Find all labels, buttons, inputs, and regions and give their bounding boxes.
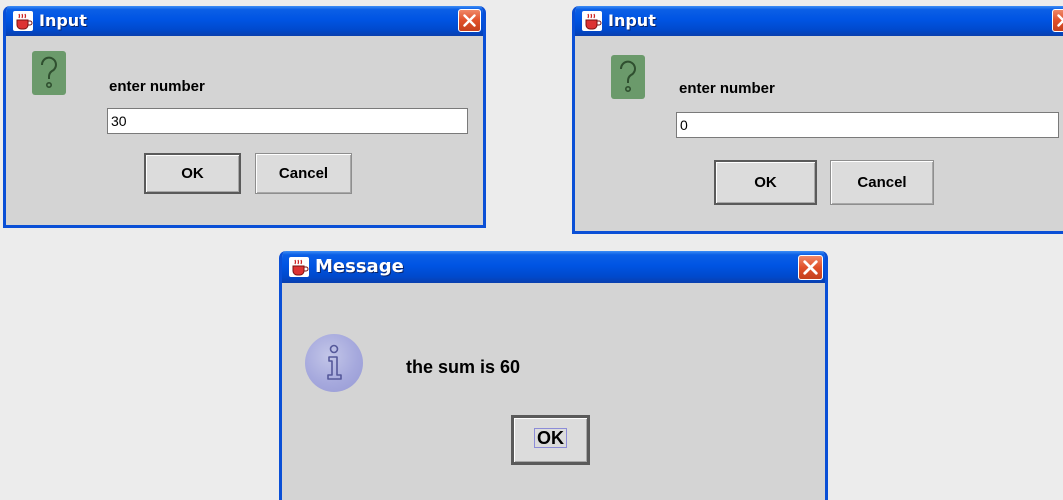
java-cup-icon [582,11,602,31]
java-cup-icon [289,257,309,277]
number-input[interactable]: 30 [107,108,468,134]
cancel-button[interactable]: Cancel [255,153,352,194]
ok-button[interactable]: OK [714,160,817,205]
close-button[interactable] [798,255,823,280]
cancel-button-label: Cancel [857,174,907,191]
dialog-title: Input [608,11,656,30]
number-input[interactable]: 0 [676,112,1059,138]
titlebar[interactable]: Input [6,6,483,36]
cancel-button-label: Cancel [278,165,329,182]
question-icon [32,51,66,95]
info-icon [305,334,363,392]
close-icon [1057,14,1063,27]
ok-button[interactable]: OK [511,415,590,465]
titlebar[interactable]: Input [575,6,1063,36]
input-dialog-2: Input enter number 0 OK Cancel [572,6,1063,234]
message-text: the sum is 60 [406,357,521,377]
dialog-title: Message [315,256,404,277]
close-icon [463,14,476,27]
close-button[interactable] [458,9,481,32]
dialog-title: Input [39,11,87,30]
java-cup-icon [13,11,33,31]
ok-button-label: OK [534,428,567,448]
titlebar[interactable]: Message [282,251,825,283]
question-icon [611,55,645,99]
close-button[interactable] [1052,9,1063,32]
ok-button-label: OK [754,174,777,191]
prompt-label: enter number [109,78,205,95]
cancel-button[interactable]: Cancel [830,160,934,205]
input-dialog-1: Input enter number 30 OK Cancel [3,6,486,228]
prompt-label: enter number [679,80,775,97]
close-icon [803,260,818,275]
ok-button-label: OK [181,165,204,182]
ok-button[interactable]: OK [144,153,241,194]
message-dialog: Message the sum is 60 OK [279,251,828,500]
